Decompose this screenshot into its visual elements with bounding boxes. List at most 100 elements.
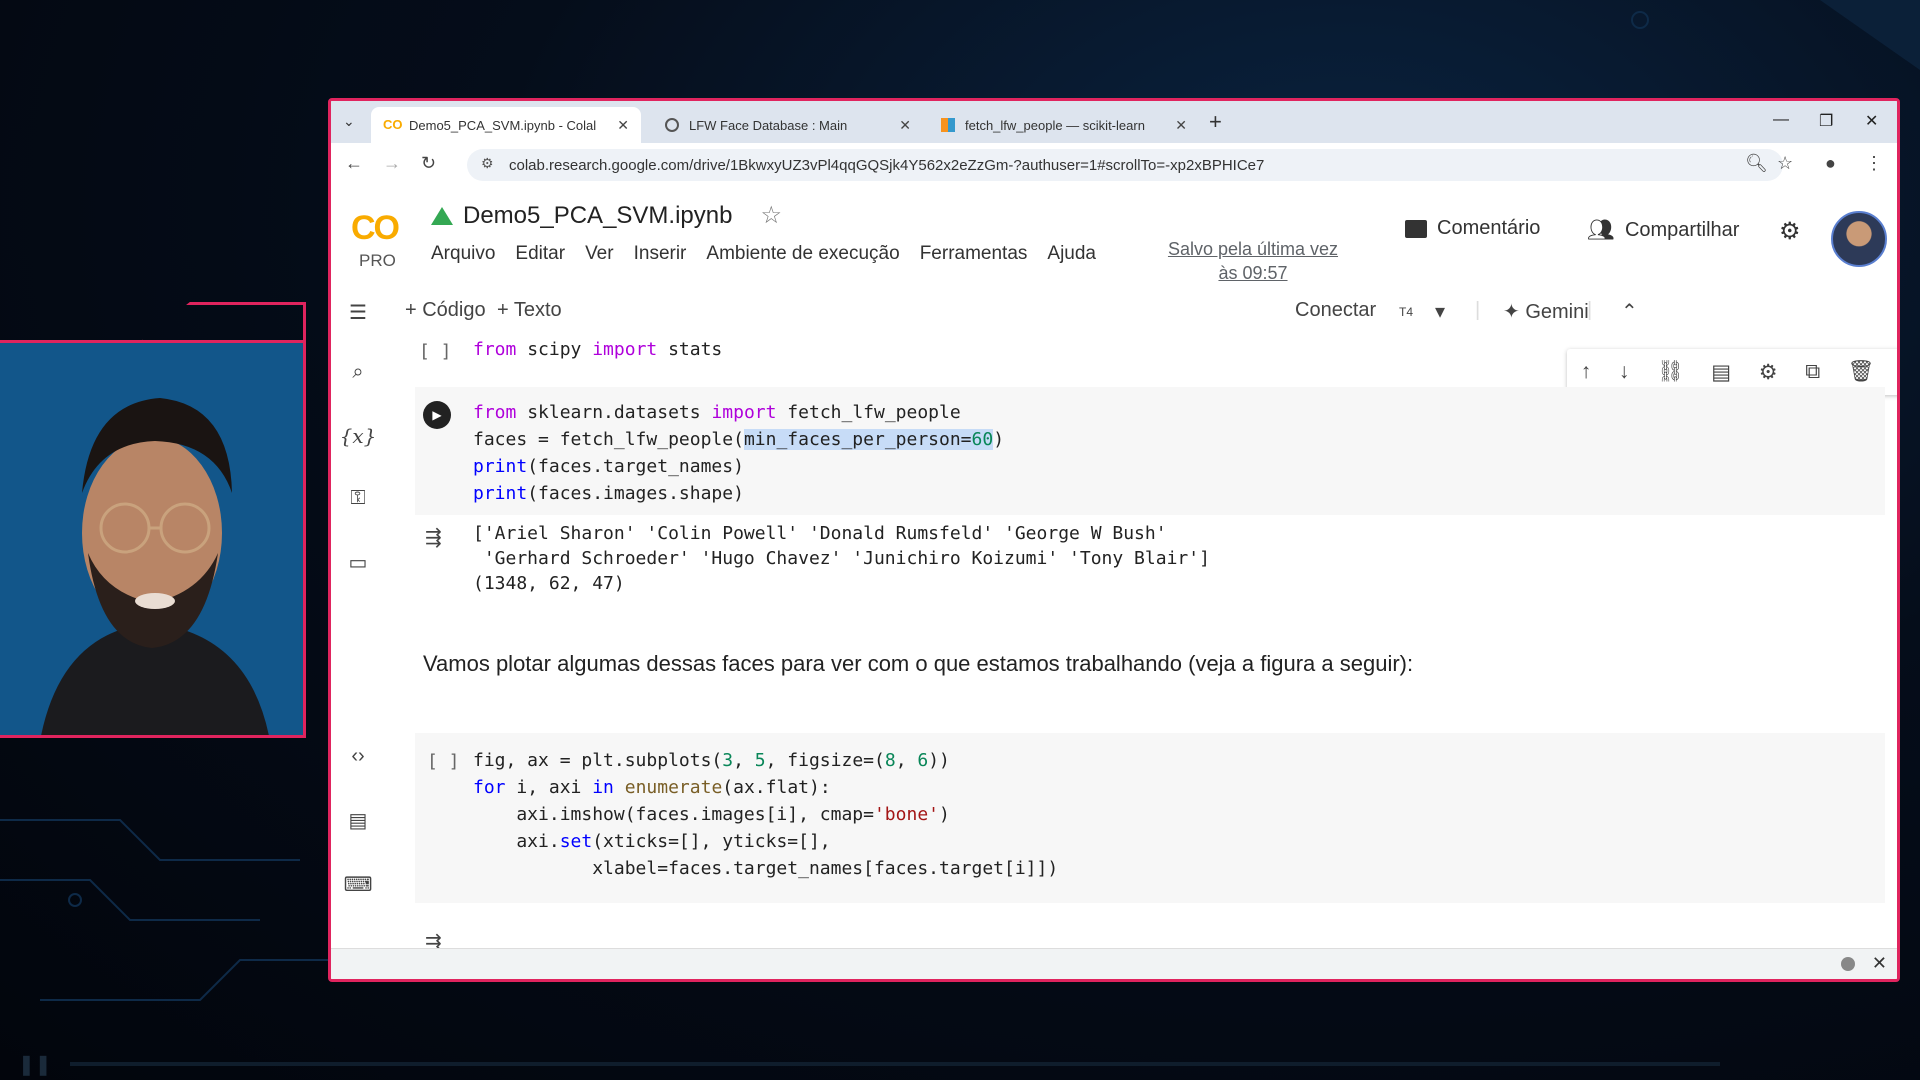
video-player-bar: ❚❚ — [0, 1050, 1920, 1080]
menu-ferramentas[interactable]: Ferramentas — [920, 243, 1028, 265]
terminal-icon[interactable]: ⌨ — [343, 869, 373, 899]
saved-line2: às 09:57 — [1218, 263, 1288, 283]
browser-menu-icon[interactable]: ⋮ — [1865, 153, 1883, 174]
command-palette-icon[interactable]: ▤ — [343, 805, 373, 835]
colab-header: CO PRO Demo5_PCA_SVM.ipynb ☆ Arquivo Edi… — [331, 187, 1897, 287]
video-progress-track[interactable] — [70, 1062, 1720, 1066]
output-toggle-icon[interactable]: ⇶ — [425, 525, 442, 550]
chart-favicon-icon — [941, 118, 955, 132]
drive-icon — [431, 206, 453, 225]
comment-cell-icon[interactable]: ▤ — [1711, 360, 1731, 385]
add-code-button[interactable]: + Código — [405, 299, 486, 322]
toc-list-icon[interactable]: ☰ — [343, 297, 373, 327]
share-label: Compartilhar — [1624, 218, 1740, 241]
move-down-icon[interactable]: ↓ — [1619, 360, 1630, 384]
comment-icon — [1405, 219, 1427, 238]
add-text-button[interactable]: + Texto — [497, 299, 562, 322]
notebook-content: [ ] from scipy import stats ↑ ↓ ⛓ ▤ ⚙ ⧉ … — [385, 337, 1897, 949]
menu-ajuda[interactable]: Ajuda — [1047, 243, 1096, 265]
zoom-icon[interactable]: 🔍︎ — [1745, 153, 1768, 174]
output-toggle-icon[interactable]: ⇶ — [425, 931, 442, 949]
move-up-icon[interactable]: ↑ — [1581, 360, 1592, 384]
comment-button[interactable]: Comentário — [1405, 217, 1540, 240]
tab-label: LFW Face Database : Main — [689, 117, 848, 133]
close-tab-icon[interactable]: ✕ — [1175, 117, 1187, 134]
connect-dropdown-icon[interactable]: ▾ — [1435, 299, 1445, 324]
cell-code: from sklearn.datasets import fetch_lfw_p… — [473, 402, 1005, 504]
menu-ver[interactable]: Ver — [585, 243, 614, 265]
gemini-button[interactable]: ✦ Gemini — [1503, 299, 1589, 324]
link-icon[interactable]: ⛓ — [1657, 360, 1684, 384]
menu-bar: Arquivo Editar Ver Inserir Ambiente de e… — [431, 243, 1096, 265]
profile-icon[interactable]: ● — [1825, 153, 1836, 174]
output-text: ['Ariel Sharon' 'Colin Powell' 'Donald R… — [473, 521, 1210, 596]
presenter-image — [0, 343, 303, 735]
cell-output: ⇶ ['Ariel Sharon' 'Colin Powell' 'Donald… — [415, 515, 1885, 611]
cell-settings-icon[interactable]: ⚙ — [1759, 360, 1778, 385]
output-line: 'Gerhard Schroeder' 'Hugo Chavez' 'Junic… — [473, 548, 1210, 569]
cell-run-bracket[interactable]: [ ] — [427, 751, 460, 772]
toolbar-divider: | — [1475, 299, 1481, 321]
star-icon[interactable]: ☆ — [760, 201, 782, 230]
menu-editar[interactable]: Editar — [515, 243, 565, 265]
notebook-title[interactable]: Demo5_PCA_SVM.ipynb — [463, 202, 732, 230]
cell-code: from scipy import stats — [473, 339, 723, 360]
mirror-cell-icon[interactable]: ⧉ — [1805, 360, 1820, 384]
url-field[interactable]: ⚙ colab.research.google.com/drive/1Bkwxy… — [467, 149, 1783, 181]
close-tab-icon[interactable]: ✕ — [617, 117, 629, 134]
back-icon[interactable]: ← — [345, 153, 363, 174]
colab-logo[interactable]: CO — [351, 209, 400, 248]
last-saved-link[interactable]: Salvo pela última vez às 09:57 — [1153, 237, 1353, 285]
variables-icon[interactable]: {x} — [340, 421, 377, 451]
tab-sklearn[interactable]: fetch_lfw_people — scikit-learn ✕ — [929, 107, 1199, 143]
tab-list-chevron-icon[interactable]: ⌄ — [343, 113, 355, 130]
run-cell-icon[interactable]: ▶ — [423, 401, 451, 429]
close-tab-icon[interactable]: ✕ — [899, 117, 911, 134]
gemini-label: Gemini — [1525, 301, 1589, 323]
folder-icon[interactable]: ▭ — [343, 547, 373, 577]
delete-icon[interactable]: 🗑︎ — [1848, 360, 1875, 384]
restore-icon[interactable]: ❐ — [1819, 111, 1833, 131]
tab-bar: ⌄ CO Demo5_PCA_SVM.ipynb - Colal ✕ LFW F… — [331, 101, 1897, 143]
plot-output: ⇶ — [415, 927, 1885, 949]
webcam-frame-tab — [140, 302, 306, 342]
share-button[interactable]: 👥︎ Compartilhar — [1587, 217, 1739, 243]
tab-colab[interactable]: CO Demo5_PCA_SVM.ipynb - Colal ✕ — [371, 107, 641, 143]
code-snippets-icon[interactable]: ‹› — [343, 741, 373, 771]
collapse-header-icon[interactable]: ⌃ — [1621, 299, 1638, 324]
menu-inserir[interactable]: Inserir — [634, 243, 687, 265]
toolbar-divider-2: | — [1587, 299, 1593, 321]
forward-icon[interactable]: → — [383, 153, 401, 174]
address-bar: ← → ↻ ⚙ colab.research.google.com/drive/… — [331, 143, 1897, 188]
reload-icon[interactable]: ↻ — [421, 153, 436, 174]
search-icon[interactable]: ⌕ — [343, 357, 373, 387]
notebook-toolbar: + Código + Texto Conectar T4 ▾ | ✦ Gemin… — [385, 287, 1897, 338]
tab-label: fetch_lfw_people — scikit-learn — [965, 117, 1145, 133]
key-icon[interactable]: ⚿ — [343, 483, 373, 513]
menu-ambiente[interactable]: Ambiente de execução — [706, 243, 899, 265]
url-text: colab.research.google.com/drive/1BkwxyUZ… — [509, 156, 1265, 174]
code-cell-fetch[interactable]: ▶ from sklearn.datasets import fetch_lfw… — [415, 387, 1885, 611]
pause-icon[interactable]: ❚❚ — [18, 1052, 52, 1077]
output-line: ['Ariel Sharon' 'Colin Powell' 'Donald R… — [473, 523, 1167, 544]
output-line: (1348, 62, 47) — [473, 573, 625, 594]
new-tab-icon[interactable]: + — [1209, 109, 1222, 135]
bookmark-star-icon[interactable]: ☆ — [1777, 153, 1793, 174]
user-avatar[interactable] — [1831, 211, 1887, 267]
code-cell-plot[interactable]: [ ] fig, ax = plt.subplots(3, 5, figsize… — [415, 733, 1885, 903]
markdown-cell[interactable]: Vamos plotar algumas dessas faces para v… — [423, 651, 1413, 677]
window-close-icon[interactable]: ✕ — [1865, 111, 1878, 131]
menu-arquivo[interactable]: Arquivo — [431, 243, 495, 265]
cell-code: fig, ax = plt.subplots(3, 5, figsize=(8,… — [473, 750, 1059, 879]
status-close-icon[interactable]: ✕ — [1872, 953, 1887, 974]
tab-lfw[interactable]: LFW Face Database : Main ✕ — [653, 107, 923, 143]
pro-badge: PRO — [359, 251, 396, 270]
sparkle-icon: ✦ — [1503, 301, 1520, 323]
connect-button[interactable]: Conectar — [1295, 299, 1376, 322]
cell-run-bracket[interactable]: [ ] — [419, 341, 452, 362]
minimize-icon[interactable]: — — [1773, 111, 1789, 129]
site-info-icon[interactable]: ⚙ — [481, 155, 494, 172]
status-dot-icon — [1841, 957, 1855, 971]
left-sidebar: ☰ ⌕ {x} ⚿ ▭ ‹› ▤ ⌨ — [331, 287, 386, 979]
settings-gear-icon[interactable]: ⚙ — [1779, 217, 1801, 246]
